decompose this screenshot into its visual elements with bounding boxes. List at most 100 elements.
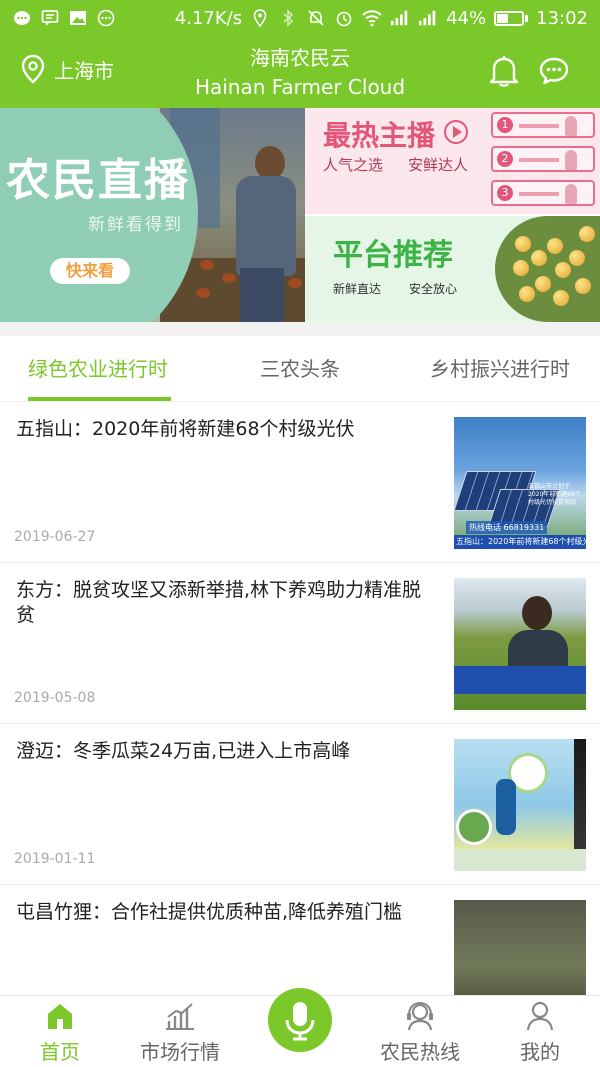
hot-subtitle-2: 安鲜达人 [408, 156, 469, 174]
promo-banner: 农民直播 新鲜看得到 快来看 最热主播 人气之选 安鲜达人 1 2 3 平台推荐… [0, 108, 600, 322]
app-root: 4.17K/s 44% 13:02 上海市 海南农民云 Hainan Farme… [0, 0, 600, 1067]
nav-label: 首页 [40, 1040, 80, 1064]
fruit-graphic [547, 238, 563, 254]
fruit-photo [495, 216, 600, 322]
location-pin-icon [250, 8, 270, 28]
platform-recommend-card[interactable]: 平台推荐 新鲜直达 安全放心 [305, 216, 600, 322]
news-item[interactable]: 五指山：2020年前将新建68个村级光伏 2019-06-27 五指山市计划于2… [0, 403, 600, 563]
fruit-graphic [519, 286, 535, 302]
rank-row: 2 [491, 146, 595, 172]
section-divider [0, 322, 600, 336]
news-thumbnail: 五指山市计划于2020年前新建68个村级光伏扶贫电站 热线电话 66819331… [454, 417, 586, 549]
tab-farm-headlines[interactable]: 三农头条 [260, 336, 340, 402]
chat-bubble-icon [40, 8, 60, 28]
farmer-figure-legs [240, 268, 284, 322]
hen-graphic [222, 273, 236, 283]
hen-graphic [200, 260, 214, 270]
news-item[interactable]: 澄迈：冬季瓜菜24万亩,已进入上市高峰 2019-01-11 [0, 725, 600, 885]
fruit-graphic [535, 276, 551, 292]
studio-caption-bar [454, 849, 586, 871]
news-date: 2019-05-08 [14, 690, 96, 706]
recommend-title: 平台推荐 [333, 238, 453, 273]
bell-icon[interactable] [488, 54, 520, 88]
home-icon [48, 1004, 72, 1029]
fruit-graphic [575, 278, 591, 294]
fruit-graphic [579, 226, 595, 242]
person-graphic-head [522, 596, 552, 630]
fruit-graphic [515, 236, 531, 252]
category-tabs: 绿色农业进行时 三农头条 乡村振兴进行时 [0, 336, 600, 402]
play-icon [444, 120, 468, 144]
live-title: 农民直播 [6, 155, 190, 206]
tab-rural-revitalization[interactable]: 乡村振兴进行时 [430, 336, 570, 402]
news-thumbnail [454, 739, 586, 871]
thumbnail-caption: 五指山：2020年前将新建68个村级光伏扶贫 [454, 535, 586, 549]
rank-bar [519, 124, 559, 128]
battery-icon [494, 10, 529, 26]
mic-icon [285, 1002, 315, 1041]
news-date: 2019-06-27 [14, 529, 96, 545]
battery-fill [497, 13, 508, 23]
hot-anchor-card[interactable]: 最热主播 人气之选 安鲜达人 1 2 3 [305, 108, 600, 214]
news-item[interactable]: 屯昌竹狸：合作社提供优质种苗,降低养殖门槛 [0, 886, 600, 995]
news-title: 五指山：2020年前将新建68个村级光伏 [16, 418, 355, 440]
nav-hotline[interactable]: 农民热线 [360, 996, 480, 1067]
app-header: 上海市 海南农民云 Hainan Farmer Cloud [0, 36, 600, 108]
fruit-graphic [553, 290, 569, 306]
user-icon [526, 1001, 554, 1031]
farmer-figure-head [255, 146, 285, 180]
headset-icon [407, 1001, 433, 1031]
live-watch-button[interactable]: 快来看 [50, 258, 130, 284]
image-icon [68, 8, 88, 28]
live-subtitle: 新鲜看得到 [88, 215, 183, 235]
bluetooth-icon [278, 8, 298, 28]
news-title: 屯昌竹狸：合作社提供优质种苗,降低养殖门槛 [16, 901, 403, 923]
mute-icon [306, 8, 326, 28]
thumbnail-lower-third [454, 666, 586, 694]
rank-row: 1 [491, 112, 595, 138]
nav-profile[interactable]: 我的 [480, 996, 600, 1067]
rank-number: 2 [497, 151, 513, 167]
hen-graphic [196, 288, 210, 298]
farmer-figure-body [236, 176, 296, 276]
farmer-live-card[interactable]: 农民直播 新鲜看得到 快来看 [0, 108, 305, 322]
active-tab-indicator [28, 397, 171, 401]
more-dots-icon [96, 8, 116, 28]
voice-button[interactable] [268, 988, 332, 1052]
person-icon [565, 116, 577, 136]
rank-bar [519, 158, 559, 162]
bottom-nav: 首页 市场行情 农民热线 我的 [0, 988, 600, 1067]
tab-green-agriculture[interactable]: 绿色农业进行时 [28, 336, 168, 402]
news-item[interactable]: 东方：脱贫攻坚又添新举措,林下养鸡助力精准脱贫 2019-05-08 [0, 564, 600, 724]
rank-bar [519, 192, 559, 196]
fruit-graphic [513, 260, 529, 276]
vegetable-plate-graphic [456, 809, 492, 845]
news-title: 澄迈：冬季瓜菜24万亩,已进入上市高峰 [16, 740, 351, 762]
fruit-graphic [569, 250, 585, 266]
fruit-graphic [531, 250, 547, 266]
recommend-subtitle-2: 安全放心 [409, 282, 458, 296]
status-left [12, 8, 116, 28]
rank-row: 3 [491, 180, 595, 206]
rank-number: 3 [497, 185, 513, 201]
chart-icon [166, 1003, 194, 1030]
hot-subtitle-1: 人气之选 [323, 156, 384, 174]
person-icon [565, 184, 577, 204]
nav-market[interactable]: 市场行情 [120, 996, 240, 1067]
presenter-graphic [496, 779, 516, 835]
nav-label: 农民热线 [380, 1040, 460, 1064]
status-bar: 4.17K/s 44% 13:02 [0, 0, 600, 36]
message-icon [12, 8, 32, 28]
nav-label: 我的 [520, 1040, 560, 1064]
alarm-icon [334, 8, 354, 28]
chat-icon[interactable] [538, 56, 570, 86]
hen-graphic [288, 278, 302, 288]
news-thumbnail [454, 900, 586, 995]
rank-list-graphic: 1 2 3 [491, 110, 595, 208]
nav-home[interactable]: 首页 [0, 996, 120, 1067]
network-speed: 4.17K/s [174, 7, 243, 29]
signal-icon-2 [418, 8, 438, 28]
news-thumbnail [454, 578, 586, 710]
nav-label: 市场行情 [140, 1040, 220, 1064]
wifi-icon [362, 8, 382, 28]
